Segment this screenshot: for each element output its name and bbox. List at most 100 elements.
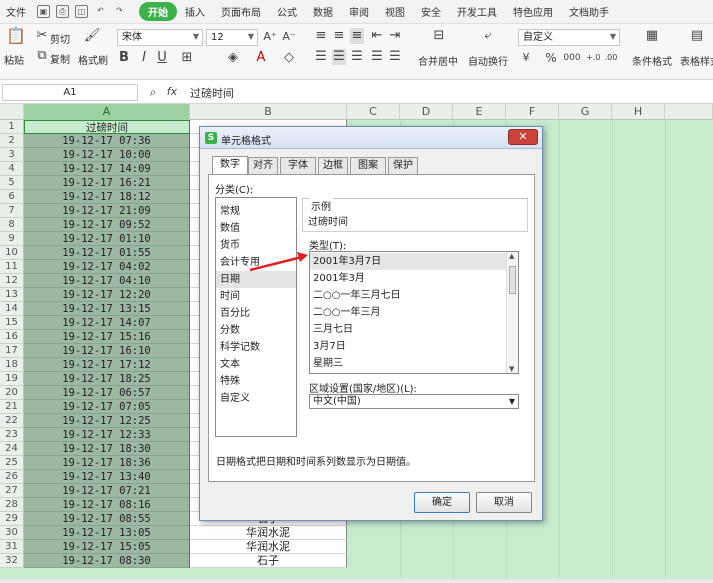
merge-center-label[interactable]: 合并居中 [418,53,458,68]
cell-a[interactable]: 19-12-17 01:55 [24,246,190,260]
column-header-a[interactable]: A [24,104,190,120]
tab-4[interactable]: 图案 [350,157,386,174]
column-header-d[interactable]: D [400,104,453,120]
row-header[interactable]: 21 [0,400,24,414]
align-center-icon[interactable]: ☰ [332,49,346,65]
cell-a[interactable]: 19-12-17 14:09 [24,162,190,176]
bold-icon[interactable]: B [118,50,130,66]
row-header[interactable]: 13 [0,288,24,302]
cell-a[interactable]: 19-12-17 18:30 [24,442,190,456]
row-header[interactable]: 4 [0,162,24,176]
cell-a[interactable]: 19-12-17 12:25 [24,414,190,428]
row-header[interactable]: 15 [0,316,24,330]
cell-a[interactable]: 19-12-17 14:07 [24,316,190,330]
row-header[interactable]: 29 [0,512,24,526]
menu-insert[interactable]: 插入 [177,4,213,19]
category-list[interactable]: 常规 数值 货币 会计专用 日期 时间 百分比 分数 科学记数 文本 特殊 自定义 [215,197,297,437]
scroll-thumb[interactable] [509,266,516,294]
category-item[interactable]: 百分比 [216,305,296,322]
italic-icon[interactable]: I [138,50,150,66]
align-top-icon[interactable]: ≡ [314,28,328,44]
cell-a[interactable]: 19-12-17 08:55 [24,512,190,526]
align-middle-icon[interactable]: ≡ [332,28,346,44]
align-left-icon[interactable]: ☰ [314,49,328,65]
cell-a[interactable]: 19-12-17 13:40 [24,470,190,484]
align-bottom-icon[interactable]: ≡ [350,28,364,44]
cell-a[interactable]: 过磅时间 [24,120,190,134]
tab-2[interactable]: 字体 [280,157,316,174]
menu-home[interactable]: 开始 [139,2,177,21]
type-item[interactable]: 二○○一年三月七日 [310,287,506,304]
row-header[interactable]: 3 [0,148,24,162]
category-item[interactable]: 文本 [216,356,296,373]
formula-content[interactable]: 过磅时间 [190,85,234,101]
cell-a[interactable]: 19-12-17 13:15 [24,302,190,316]
cell-b[interactable]: 华润水泥 [190,526,347,540]
number-format-select[interactable]: 自定义 ▼ [518,29,620,46]
menu-view[interactable]: 视图 [377,4,413,19]
row-header[interactable]: 32 [0,554,24,568]
tab-5[interactable]: 保护 [388,157,418,174]
row-header[interactable]: 22 [0,414,24,428]
cell-a[interactable]: 19-12-17 09:52 [24,218,190,232]
row-header[interactable]: 30 [0,526,24,540]
row-header[interactable]: 11 [0,260,24,274]
fx-icon[interactable]: fx [164,84,180,100]
menu-data[interactable]: 数据 [305,4,341,19]
row-header[interactable]: 16 [0,330,24,344]
conditional-format-label[interactable]: 条件格式 [632,53,672,68]
tab-0[interactable]: 数字 [212,156,248,174]
type-list[interactable]: ▲ ▼ 2001年3月7日 2001年3月 二○○一年三月七日 二○○一年三月 三月七日… [309,251,519,374]
cell-a[interactable]: 19-12-17 10:00 [24,148,190,162]
format-painter-icon[interactable]: 🖌 [84,28,101,44]
align-right-icon[interactable]: ☰ [350,49,364,65]
row-header[interactable]: 14 [0,302,24,316]
category-item[interactable]: 特殊 [216,373,296,390]
undo-icon[interactable]: ↶ [94,5,107,18]
cell-a[interactable]: 19-12-17 04:10 [24,274,190,288]
cell-a[interactable]: 19-12-17 12:33 [24,428,190,442]
type-item[interactable]: 2001年3月 [310,270,506,287]
paste-label[interactable]: 粘贴 [4,52,24,67]
type-item[interactable]: 3月7日 [310,338,506,355]
justify-icon[interactable]: ☰ [370,49,384,65]
cell-a[interactable]: 19-12-17 04:02 [24,260,190,274]
merge-center-icon[interactable]: ⊟ [430,28,448,44]
scroll-up-icon[interactable]: ▲ [509,252,514,260]
category-item[interactable]: 常规 [216,203,296,220]
wrap-text-icon[interactable]: ⤶ [479,28,497,44]
cell-a[interactable]: 19-12-17 01:10 [24,232,190,246]
decimal-increase-icon[interactable]: +.0 [586,50,600,66]
cell-a[interactable]: 19-12-17 15:05 [24,540,190,554]
cell-a[interactable]: 19-12-17 08:30 [24,554,190,568]
locale-select[interactable]: 中文(中国) ▼ [309,394,519,409]
category-item[interactable]: 数值 [216,220,296,237]
row-header[interactable]: 7 [0,204,24,218]
ok-button[interactable]: 确定 [414,492,470,513]
fill-color-icon[interactable]: ◈ [226,50,240,66]
row-header[interactable]: 25 [0,456,24,470]
row-header[interactable]: 17 [0,344,24,358]
category-item[interactable]: 货币 [216,237,296,254]
menu-security[interactable]: 安全 [413,4,449,19]
font-name-select[interactable]: 宋体 ▼ [117,29,203,46]
decimal-decrease-icon[interactable]: .00 [604,50,618,66]
cell-a[interactable]: 19-12-17 12:20 [24,288,190,302]
name-box[interactable]: A1 [2,84,138,101]
menu-special[interactable]: 特色应用 [505,4,561,19]
indent-icon[interactable]: ⇤ [370,28,384,44]
cell-a[interactable]: 19-12-17 06:57 [24,386,190,400]
row-header[interactable]: 27 [0,484,24,498]
cancel-button[interactable]: 取消 [476,492,532,513]
thousands-icon[interactable]: 000 [562,50,582,66]
type-list-scrollbar[interactable]: ▲ ▼ [506,252,518,373]
row-header[interactable]: 24 [0,442,24,456]
border-icon[interactable]: ⊞ [180,50,194,66]
paste-icon[interactable]: 📋 [6,28,26,44]
cell-a[interactable]: 19-12-17 16:10 [24,344,190,358]
category-item[interactable]: 时间 [216,288,296,305]
font-color-icon[interactable]: A [254,50,268,66]
font-grow-icon[interactable]: A⁺ [263,29,277,45]
column-header-e[interactable]: E [453,104,506,120]
cut-label[interactable]: 剪切 [50,31,70,46]
